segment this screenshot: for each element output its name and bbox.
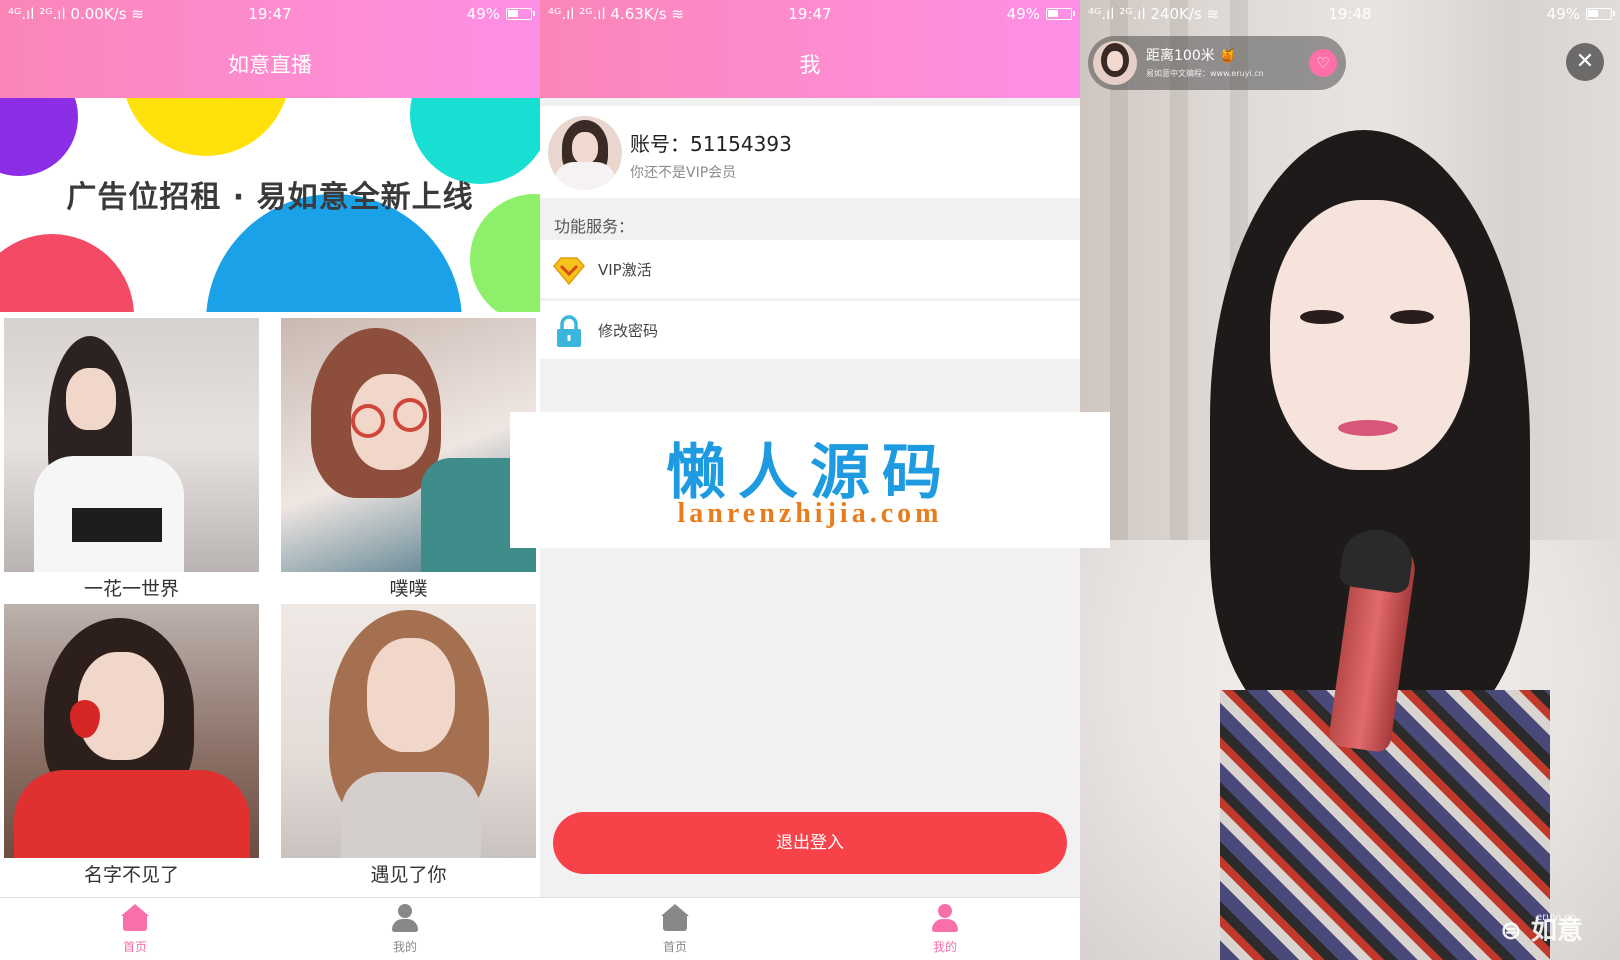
battery-icon bbox=[506, 8, 535, 20]
tab-label: 首页 bbox=[122, 940, 147, 954]
photo-sweater bbox=[14, 770, 250, 858]
header-bar: ⁴ᴳ.ıl ²ᴳ.ıl 0.00K/s ≋ 19:47 49% 如意直播 bbox=[0, 0, 540, 98]
tab-me[interactable]: 我的 bbox=[895, 904, 995, 955]
close-button[interactable]: ✕ bbox=[1566, 43, 1604, 81]
section-title: 功能服务： bbox=[554, 217, 635, 236]
host-avatar bbox=[1093, 41, 1137, 85]
user-icon bbox=[931, 904, 959, 932]
vip-diamond-icon bbox=[553, 257, 585, 286]
status-time: 19:47 bbox=[248, 5, 292, 23]
streamer-photo bbox=[4, 604, 259, 858]
battery-percent: 49% bbox=[1006, 5, 1040, 23]
streamer-name: 一花一世界 bbox=[83, 578, 179, 600]
avatar bbox=[548, 116, 622, 190]
bottom-tab-bar: 首页 我的 bbox=[0, 897, 540, 960]
profile-card[interactable]: 账号：51154393 你还不是VIP会员 bbox=[540, 106, 1080, 198]
host-subtitle: 易如意中文编程：www.eruyi.cn bbox=[1146, 69, 1264, 78]
streamer-card[interactable]: 一花一世界 bbox=[4, 318, 259, 600]
status-time: 19:47 bbox=[788, 5, 832, 23]
battery-percent: 49% bbox=[466, 5, 500, 23]
streamer-card[interactable]: 遇见了你 bbox=[281, 604, 536, 886]
battery-percent: 49% bbox=[1546, 5, 1580, 23]
streamer-card[interactable]: 噗噗 bbox=[281, 318, 536, 600]
streamer-card[interactable]: 名字不见了 bbox=[4, 604, 259, 886]
live-video[interactable] bbox=[1080, 0, 1620, 960]
tab-home[interactable]: 首页 bbox=[625, 904, 725, 955]
avatar-body bbox=[554, 162, 616, 190]
tab-me[interactable]: 我的 bbox=[355, 904, 455, 955]
home-icon bbox=[661, 904, 689, 932]
host-info-pill[interactable]: 距离100米 🍯 易如意中文编程：www.eruyi.cn ♡ bbox=[1088, 36, 1346, 90]
battery-icon bbox=[1046, 8, 1075, 20]
vip-status: 你还不是VIP会员 bbox=[630, 165, 737, 181]
banner-circle-purple bbox=[0, 98, 78, 176]
photo-face bbox=[66, 368, 116, 430]
user-icon bbox=[391, 904, 419, 932]
menu-vip-activate[interactable]: VIP激活 bbox=[540, 240, 1080, 298]
account-number: 账号：51154393 bbox=[630, 132, 792, 156]
home-icon bbox=[121, 904, 149, 932]
host-distance-text: 距离100米 bbox=[1146, 48, 1215, 64]
tab-label: 我的 bbox=[392, 940, 417, 954]
photo-glasses bbox=[351, 404, 385, 438]
home-screen: ⁴ᴳ.ıl ²ᴳ.ıl 0.00K/s ≋ 19:47 49% 如意直播 广告位… bbox=[0, 0, 540, 960]
follow-heart-icon[interactable]: ♡ bbox=[1309, 49, 1337, 77]
streamer-eye bbox=[1390, 310, 1434, 324]
streamer-eye bbox=[1300, 310, 1344, 324]
bottom-tab-bar: 首页 我的 bbox=[540, 897, 1080, 960]
avatar-face bbox=[572, 132, 598, 164]
status-bar: ⁴ᴳ.ıl ²ᴳ.ıl 240K/s ≋ 19:48 49% bbox=[1080, 0, 1620, 28]
streamer-name: 名字不见了 bbox=[83, 864, 179, 886]
live-screen: ⁴ᴳ.ıl ²ᴳ.ıl 240K/s ≋ 19:48 49% 距离100米 🍯 … bbox=[1080, 0, 1620, 960]
status-bar: ⁴ᴳ.ıl ²ᴳ.ıl 0.00K/s ≋ 19:47 49% bbox=[0, 0, 540, 28]
streamer-photo bbox=[281, 604, 536, 858]
page-title: 我 bbox=[799, 53, 821, 77]
streamer-name: 噗噗 bbox=[389, 578, 428, 600]
host-avatar-face bbox=[1107, 51, 1123, 71]
photo-glasses bbox=[393, 398, 427, 432]
watermark-url: lanrenzhijia.com bbox=[677, 498, 943, 529]
watermark-overlay: 懒人源码 lanrenzhijia.com bbox=[510, 412, 1110, 548]
status-time: 19:48 bbox=[1328, 5, 1372, 23]
ad-banner[interactable]: 广告位招租 · 易如意全新上线 bbox=[0, 98, 540, 312]
banner-circle-yellow bbox=[122, 98, 290, 156]
tab-label: 首页 bbox=[662, 940, 687, 954]
menu-label: 修改密码 bbox=[598, 322, 659, 340]
menu-change-password[interactable]: 修改密码 bbox=[540, 301, 1080, 359]
photo-belt bbox=[72, 508, 162, 542]
lock-icon bbox=[557, 315, 581, 347]
banner-slogan: 广告位招租 · 易如意全新上线 bbox=[66, 180, 474, 215]
streamer-lips bbox=[1338, 420, 1398, 436]
streamer-photo bbox=[4, 318, 259, 572]
corner-logo: ⊜ 如意 bbox=[1500, 916, 1583, 946]
streamer-photo bbox=[281, 318, 536, 572]
banner-circle-red bbox=[0, 234, 134, 312]
photo-face bbox=[367, 638, 455, 752]
photo-top bbox=[341, 772, 481, 858]
battery-icon bbox=[1586, 8, 1615, 20]
header-bar: ⁴ᴳ.ıl ²ᴳ.ıl 4.63K/s ≋ 19:47 49% 我 bbox=[540, 0, 1080, 98]
menu-label: VIP激活 bbox=[598, 261, 652, 279]
status-bar: ⁴ᴳ.ıl ²ᴳ.ıl 4.63K/s ≋ 19:47 49% bbox=[540, 0, 1080, 28]
host-distance: 距离100米 🍯 bbox=[1146, 48, 1237, 64]
corner-logo-text: 如意 bbox=[1530, 916, 1583, 946]
streamer-name: 遇见了你 bbox=[370, 864, 447, 886]
tab-home[interactable]: 首页 bbox=[85, 904, 185, 955]
tab-label: 我的 bbox=[932, 940, 957, 954]
page-title: 如意直播 bbox=[228, 53, 312, 77]
logout-button[interactable]: 退出登入 bbox=[553, 812, 1067, 874]
